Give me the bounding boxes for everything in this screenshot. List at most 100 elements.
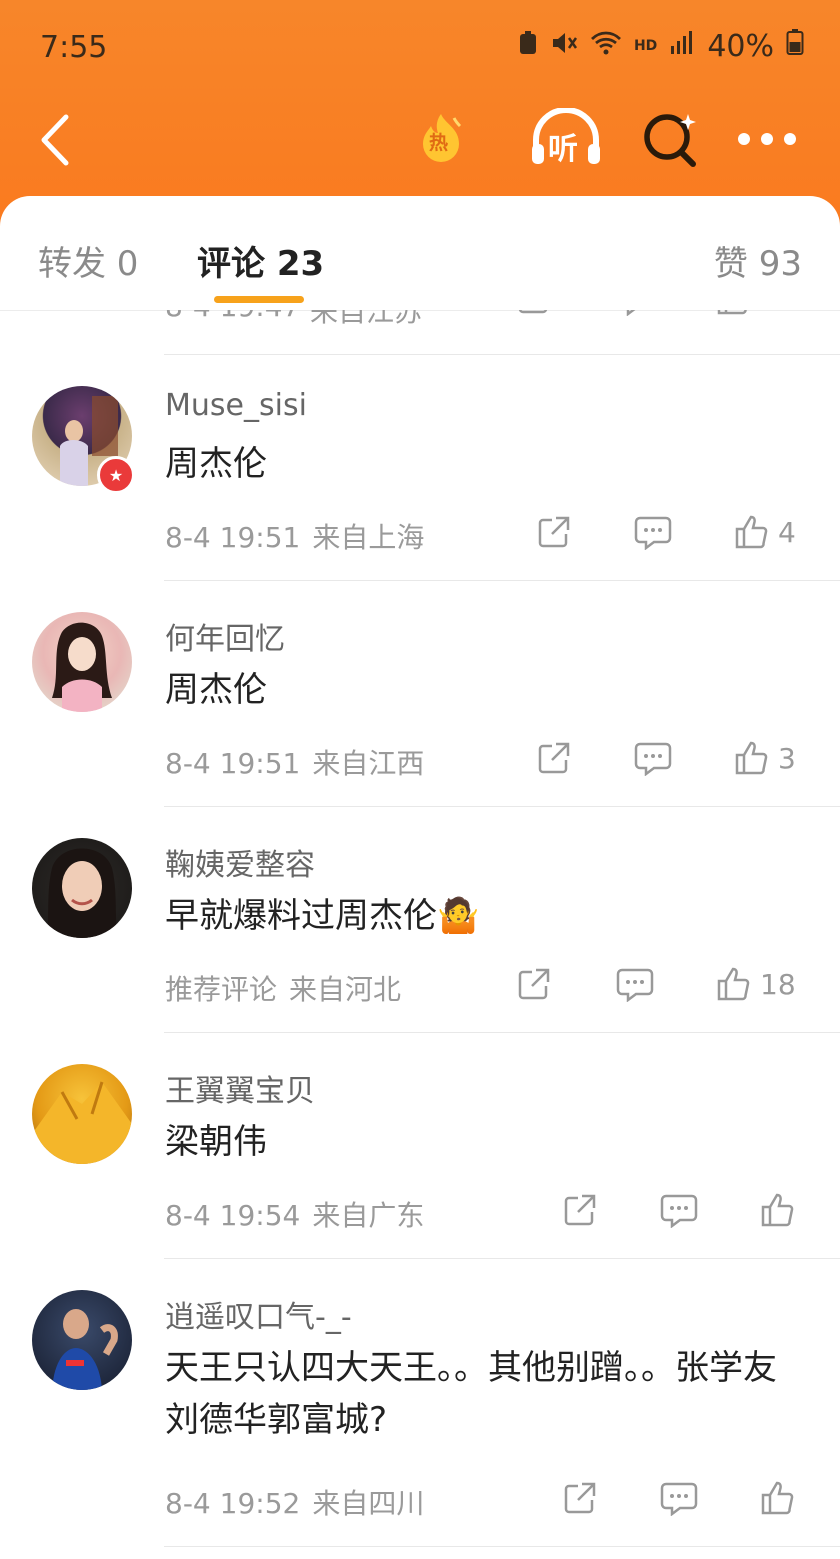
comment-location: 来自广东 xyxy=(312,1199,425,1232)
comment-time: 8-4 19:52 xyxy=(165,1487,301,1520)
comment-bubble-icon xyxy=(626,310,636,316)
tab-comments[interactable]: 评论 23 xyxy=(197,236,324,285)
hot-button[interactable]: 热 xyxy=(418,112,464,162)
share-icon xyxy=(518,968,550,1000)
like-count: 4 xyxy=(778,515,796,549)
avatar[interactable] xyxy=(32,1290,132,1390)
comment-username[interactable]: 王翼翼宝贝 xyxy=(165,1066,315,1110)
comment-location: 来自江西 xyxy=(312,747,425,780)
thumbs-up-icon xyxy=(717,310,747,315)
share-button[interactable] xyxy=(536,740,572,776)
share-button[interactable] xyxy=(562,1192,598,1228)
thumbs-up-icon xyxy=(735,515,768,549)
signal-icon xyxy=(669,29,695,64)
comment-meta: 8-4 19:52 来自四川 xyxy=(165,1482,424,1522)
more-dots-icon xyxy=(738,133,796,145)
comment-list[interactable]: 8-4 19:47 来自江苏 11 ★ Muse_sisi 周杰伦 8-4 19 xyxy=(0,310,840,1559)
divider xyxy=(164,1546,840,1547)
comment-meta: 8-4 19:51 来自上海 xyxy=(165,516,424,556)
comment-text: 周杰伦 xyxy=(165,444,267,484)
share-icon xyxy=(538,516,570,548)
nav-bar: 热 听 xyxy=(0,100,840,180)
comment-item: ★ Muse_sisi 周杰伦 8-4 19:51 来自上海 4 xyxy=(0,354,840,580)
comment-username[interactable]: Muse_sisi xyxy=(165,388,307,423)
active-tab-indicator xyxy=(214,296,304,303)
battery-icon xyxy=(786,28,804,64)
share-button[interactable] xyxy=(516,966,552,1002)
like-button[interactable] xyxy=(760,1480,804,1516)
comment-bubble-icon xyxy=(634,742,672,776)
comment-bubble-icon xyxy=(634,516,672,550)
thumbs-up-icon xyxy=(717,967,750,1001)
hd-indicator: HD xyxy=(633,38,658,54)
thumbs-up-icon xyxy=(735,741,768,775)
comment-time: 8-4 19:51 xyxy=(165,747,301,780)
avatar[interactable] xyxy=(32,1064,132,1164)
share-button[interactable] xyxy=(536,514,572,550)
reply-button[interactable] xyxy=(616,966,654,1002)
comment-username[interactable]: 逍遥叹口气-_- xyxy=(165,1292,352,1336)
tab-reposts[interactable]: 转发 0 xyxy=(38,236,138,285)
comment-meta: 8-4 19:51 来自江西 xyxy=(165,742,424,782)
reply-button[interactable] xyxy=(660,1192,698,1228)
status-time: 7:55 xyxy=(40,30,108,65)
comment-time: 8-4 19:47 xyxy=(165,310,300,323)
like-count: 3 xyxy=(778,741,796,775)
comment-meta: 推荐评论 来自河北 xyxy=(165,968,401,1008)
tab-bar: 转发 0 评论 23 赞 93 xyxy=(0,196,840,311)
tab-likes[interactable]: 赞 93 xyxy=(714,236,802,285)
mute-icon xyxy=(550,29,578,64)
share-icon xyxy=(538,742,570,774)
comment-time: 8-4 19:51 xyxy=(165,521,301,554)
avatar-golden-mountain xyxy=(32,1081,132,1164)
battery-saver-icon xyxy=(518,29,538,64)
status-bar: 7:55 HD 40% xyxy=(0,0,840,100)
avatar[interactable] xyxy=(32,838,132,938)
wifi-icon xyxy=(590,29,622,64)
like-button[interactable]: 4 xyxy=(734,514,796,550)
share-button[interactable] xyxy=(562,1480,598,1516)
comments-panel: 转发 0 评论 23 赞 93 8-4 19:47 来自江苏 11 xyxy=(0,196,840,1559)
search-icon xyxy=(644,114,696,167)
avatar-woman-photo xyxy=(46,848,118,938)
share-button[interactable] xyxy=(516,310,552,316)
more-button[interactable] xyxy=(736,124,798,154)
comment-location: 来自江苏 xyxy=(310,310,423,328)
comment-username[interactable]: 鞠姨爱整容 xyxy=(165,840,315,884)
back-arrow-icon xyxy=(41,114,69,166)
thumbs-up-icon xyxy=(761,1193,794,1227)
reply-button[interactable] xyxy=(660,1480,698,1516)
comment-item: 王翼翼宝贝 梁朝伟 8-4 19:54 来自广东 xyxy=(0,1032,840,1258)
reply-button[interactable] xyxy=(616,310,654,316)
hot-label: 热 xyxy=(429,132,449,154)
comment-bubble-icon xyxy=(660,1194,698,1228)
like-count: 18 xyxy=(760,967,796,1001)
share-icon xyxy=(564,1482,596,1514)
reply-button[interactable] xyxy=(634,740,672,776)
comment-text: 天王只认四大天王。。其他别蹭。。张学友刘德华郭富城? xyxy=(165,1348,777,1440)
like-button[interactable] xyxy=(760,1192,804,1228)
thumbs-up-icon xyxy=(761,1481,794,1515)
comment-location: 来自河北 xyxy=(289,973,402,1006)
comment-text: 梁朝伟 xyxy=(165,1122,267,1162)
comment-location: 来自四川 xyxy=(312,1487,425,1520)
share-icon xyxy=(564,1194,596,1226)
comment-bubble-icon xyxy=(660,1482,698,1516)
reply-button[interactable] xyxy=(634,514,672,550)
share-icon xyxy=(518,310,548,314)
listen-button[interactable]: 听 xyxy=(530,108,602,168)
comment-time: 8-4 19:54 xyxy=(165,1199,301,1232)
like-button[interactable]: 18 xyxy=(716,966,796,1002)
comment-partial: 8-4 19:47 来自江苏 11 xyxy=(0,310,840,354)
comment-text: 早就爆料过周杰伦🤷 xyxy=(165,896,480,936)
like-button[interactable]: 3 xyxy=(734,740,796,776)
comment-location: 来自上海 xyxy=(312,521,425,554)
avatar[interactable] xyxy=(32,612,132,712)
avatar-girl-illustration xyxy=(52,622,112,712)
comment-item: 鞠姨爱整容 早就爆料过周杰伦🤷 推荐评论 来自河北 18 xyxy=(0,806,840,1032)
like-button[interactable]: 11 xyxy=(716,310,796,316)
search-button[interactable] xyxy=(642,110,700,168)
like-count: 11 xyxy=(760,310,796,315)
comment-username[interactable]: 何年回忆 xyxy=(165,614,285,658)
back-button[interactable] xyxy=(30,110,80,170)
